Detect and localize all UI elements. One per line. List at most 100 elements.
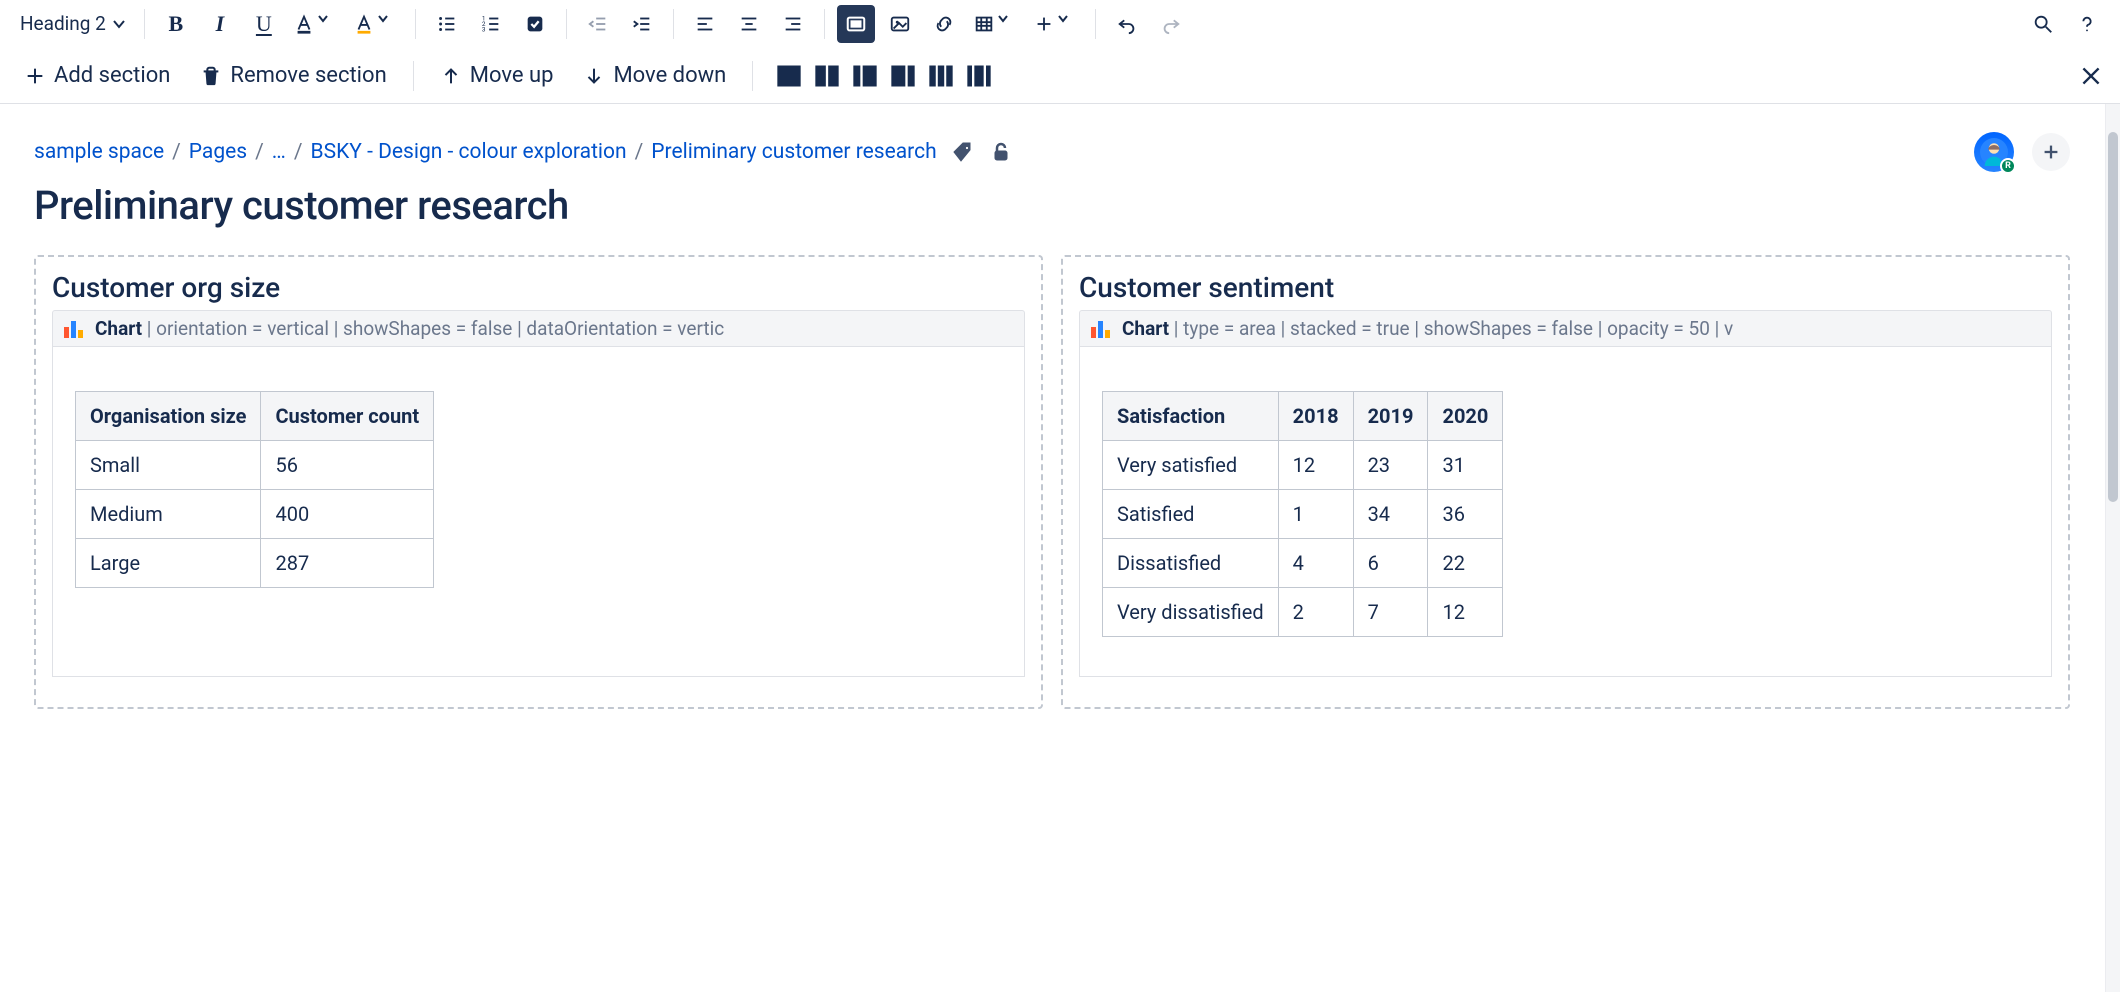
layout-options — [775, 63, 993, 89]
table-row[interactable]: Medium400 — [76, 490, 434, 539]
table-header[interactable]: Customer count — [261, 392, 434, 441]
breadcrumb-link[interactable]: … — [272, 140, 286, 164]
bold-button[interactable]: B — [157, 5, 195, 43]
separator — [413, 61, 414, 91]
align-right-button[interactable] — [774, 5, 812, 43]
breadcrumb-current[interactable]: Preliminary customer research — [651, 140, 936, 164]
undo-button[interactable] — [1108, 5, 1146, 43]
layout-2col-button[interactable] — [813, 63, 841, 89]
indent-button[interactable] — [623, 5, 661, 43]
chart-icon — [1090, 319, 1112, 339]
layout-2col-right-button[interactable] — [889, 63, 917, 89]
highlight-icon — [353, 13, 375, 35]
align-left-button[interactable] — [686, 5, 724, 43]
macro-params: Chart | type = area | stacked = true | s… — [1122, 317, 1733, 340]
separator — [144, 9, 145, 39]
image-button[interactable] — [881, 5, 919, 43]
link-button[interactable] — [925, 5, 963, 43]
breadcrumb-separator: / — [172, 140, 181, 164]
close-layout-button[interactable] — [2076, 61, 2106, 91]
labels-icon[interactable] — [951, 140, 975, 164]
separator — [1095, 9, 1096, 39]
macro-params: Chart | orientation = vertical | showSha… — [95, 317, 724, 340]
table-row[interactable]: Dissatisfied4622 — [1103, 539, 1503, 588]
help-button[interactable] — [2068, 5, 2106, 43]
restrictions-icon[interactable] — [989, 140, 1013, 164]
panel-heading[interactable]: Customer sentiment — [1079, 271, 2052, 304]
text-style-dropdown[interactable]: Heading 2 — [14, 8, 132, 39]
table-header[interactable]: Satisfaction — [1103, 392, 1279, 441]
table-row[interactable]: Small56 — [76, 441, 434, 490]
separator — [415, 9, 416, 39]
chevron-down-icon — [997, 13, 1019, 35]
layout-2col-left-button[interactable] — [851, 63, 879, 89]
formatting-toolbar: Heading 2 B I U 123 — [0, 0, 2120, 48]
breadcrumb-link[interactable]: sample space — [34, 140, 164, 164]
org-size-table[interactable]: Organisation size Customer count Small56… — [75, 391, 434, 588]
text-style-label: Heading 2 — [20, 12, 106, 35]
page-title[interactable]: Preliminary customer research — [0, 172, 2104, 255]
chevron-down-icon — [1057, 13, 1079, 35]
user-avatar[interactable]: R — [1974, 132, 2014, 172]
redo-button[interactable] — [1152, 5, 1190, 43]
move-down-label: Move down — [613, 63, 726, 88]
avatar-badge: R — [2000, 158, 2016, 174]
panel-org-size[interactable]: Customer org size Chart | orientation = … — [34, 255, 1043, 709]
breadcrumb-link[interactable]: BSKY - Design - colour exploration — [311, 140, 627, 164]
chart-icon — [63, 319, 85, 339]
header-right: R — [1974, 132, 2070, 172]
page-header: sample space / Pages / … / BSKY - Design… — [0, 104, 2104, 172]
scrollbar[interactable] — [2105, 104, 2120, 992]
table-row[interactable]: Very dissatisfied2712 — [1103, 588, 1503, 637]
text-color-button[interactable] — [289, 9, 343, 39]
table-button[interactable] — [969, 9, 1023, 39]
panel-heading[interactable]: Customer org size — [52, 271, 1025, 304]
breadcrumb-separator: / — [255, 140, 264, 164]
bullet-list-button[interactable] — [428, 5, 466, 43]
macro-body[interactable]: Satisfaction 2018 2019 2020 Very satisfi… — [1079, 347, 2052, 677]
find-button[interactable] — [2024, 5, 2062, 43]
add-collaborator-button[interactable] — [2032, 133, 2070, 171]
sentiment-table[interactable]: Satisfaction 2018 2019 2020 Very satisfi… — [1102, 391, 1503, 637]
table-header[interactable]: Organisation size — [76, 392, 261, 441]
chart-macro-header[interactable]: Chart | type = area | stacked = true | s… — [1079, 310, 2052, 347]
layout-3col-sidebars-button[interactable] — [965, 63, 993, 89]
italic-button[interactable]: I — [201, 5, 239, 43]
layout-1col-button[interactable] — [775, 63, 803, 89]
move-down-button[interactable]: Move down — [573, 57, 736, 94]
highlight-color-button[interactable] — [349, 9, 403, 39]
chevron-down-icon — [377, 13, 399, 35]
table-header[interactable]: 2019 — [1353, 392, 1428, 441]
add-section-button[interactable]: Add section — [14, 57, 180, 94]
insert-more-button[interactable] — [1029, 9, 1083, 39]
align-center-button[interactable] — [730, 5, 768, 43]
breadcrumb-link[interactable]: Pages — [189, 140, 247, 164]
chart-macro-header[interactable]: Chart | orientation = vertical | showSha… — [52, 310, 1025, 347]
page-layout-button[interactable] — [837, 5, 875, 43]
section-columns: Customer org size Chart | orientation = … — [0, 255, 2104, 749]
breadcrumb-separator: / — [635, 140, 644, 164]
panel-sentiment[interactable]: Customer sentiment Chart | type = area |… — [1061, 255, 2070, 709]
table-header[interactable]: 2020 — [1428, 392, 1503, 441]
underline-button[interactable]: U — [245, 5, 283, 43]
editor-canvas[interactable]: sample space / Pages / … / BSKY - Design… — [0, 104, 2104, 992]
table-row[interactable]: Satisfied13436 — [1103, 490, 1503, 539]
breadcrumb-separator: / — [294, 140, 303, 164]
table-header[interactable]: 2018 — [1278, 392, 1353, 441]
table-row[interactable]: Very satisfied122331 — [1103, 441, 1503, 490]
scrollbar-thumb[interactable] — [2108, 132, 2118, 502]
chevron-down-icon — [317, 13, 339, 35]
remove-section-label: Remove section — [230, 63, 386, 88]
plus-icon — [24, 65, 46, 87]
outdent-button[interactable] — [579, 5, 617, 43]
macro-body[interactable]: Organisation size Customer count Small56… — [52, 347, 1025, 677]
move-up-button[interactable]: Move up — [430, 57, 564, 94]
separator — [752, 61, 753, 91]
remove-section-button[interactable]: Remove section — [190, 57, 396, 94]
move-up-label: Move up — [470, 63, 554, 88]
numbered-list-button[interactable]: 123 — [472, 5, 510, 43]
layout-3col-button[interactable] — [927, 63, 955, 89]
task-list-button[interactable] — [516, 5, 554, 43]
table-row[interactable]: Large287 — [76, 539, 434, 588]
separator — [673, 9, 674, 39]
